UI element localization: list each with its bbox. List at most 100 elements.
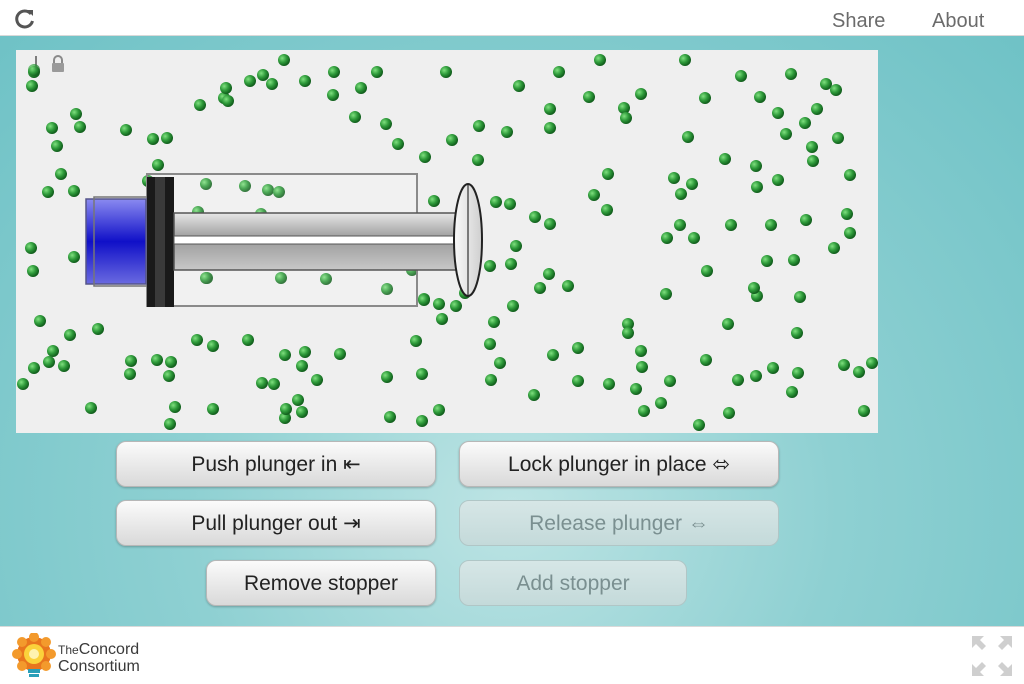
gas-molecule <box>767 362 779 374</box>
top-bar: Share About <box>0 0 1024 36</box>
gas-molecule <box>164 418 176 430</box>
gas-molecule <box>74 121 86 133</box>
gas-molecule <box>384 411 396 423</box>
remove-stopper-button[interactable]: Remove stopper <box>206 560 436 606</box>
gas-molecule <box>147 133 159 145</box>
gas-molecule <box>418 294 430 306</box>
gas-molecule <box>528 389 540 401</box>
gas-molecule <box>446 134 458 146</box>
gas-molecule <box>800 214 812 226</box>
gas-molecule <box>811 103 823 115</box>
gas-molecule <box>792 367 804 379</box>
push-plunger-button[interactable]: Push plunger in ⇤ <box>116 441 436 487</box>
gas-molecule <box>433 298 445 310</box>
gas-molecule <box>392 138 404 150</box>
gas-molecule <box>47 345 59 357</box>
gas-molecule <box>490 196 502 208</box>
gas-molecule <box>866 357 878 369</box>
pull-plunger-button[interactable]: Pull plunger out ⇥ <box>116 500 436 546</box>
reload-icon[interactable] <box>14 8 36 30</box>
gas-molecule <box>562 280 574 292</box>
gas-molecule <box>299 75 311 87</box>
gas-molecule <box>279 349 291 361</box>
gas-molecule <box>42 186 54 198</box>
gas-molecule <box>547 349 559 361</box>
gas-molecule <box>510 240 522 252</box>
gas-molecule <box>780 128 792 140</box>
gas-molecule <box>473 120 485 132</box>
gas-molecule <box>46 122 58 134</box>
add-stopper-button[interactable]: Add stopper <box>459 560 687 606</box>
gas-molecule <box>765 219 777 231</box>
gas-molecule <box>750 160 762 172</box>
gas-molecule <box>772 174 784 186</box>
gas-molecule <box>92 323 104 335</box>
gas-molecule <box>732 374 744 386</box>
gas-molecule <box>163 370 175 382</box>
gas-molecule <box>355 82 367 94</box>
thermometer-icon[interactable] <box>28 56 40 76</box>
share-link[interactable]: Share <box>832 10 885 33</box>
gas-molecule <box>124 368 136 380</box>
gas-molecule <box>257 69 269 81</box>
gas-molecule <box>722 318 734 330</box>
gas-molecule <box>278 54 290 66</box>
gas-molecule <box>311 374 323 386</box>
gas-molecule <box>661 232 673 244</box>
gas-molecule <box>472 154 484 166</box>
gas-molecule <box>416 415 428 427</box>
gas-molecule <box>602 168 614 180</box>
gas-molecule <box>788 254 800 266</box>
lightbulb-logo-icon <box>12 633 56 677</box>
gas-molecule <box>785 68 797 80</box>
gas-molecule <box>772 107 784 119</box>
gas-molecule <box>791 327 803 339</box>
gas-molecule <box>70 108 82 120</box>
gas-molecule <box>719 153 731 165</box>
gas-molecule <box>504 198 516 210</box>
gas-molecule <box>58 360 70 372</box>
plunger-head <box>85 198 147 285</box>
release-plunger-button[interactable]: Release plunger ⇔ <box>459 500 779 546</box>
gas-molecule <box>169 401 181 413</box>
gas-molecule <box>853 366 865 378</box>
gas-molecule <box>572 342 584 354</box>
gas-molecule <box>844 169 856 181</box>
gas-molecule <box>701 265 713 277</box>
gas-molecule <box>830 84 842 96</box>
gas-molecule <box>844 227 856 239</box>
gas-molecule <box>244 75 256 87</box>
gas-molecule <box>68 185 80 197</box>
gas-molecule <box>327 89 339 101</box>
gas-molecule <box>380 118 392 130</box>
gas-molecule <box>450 300 462 312</box>
gas-molecule <box>794 291 806 303</box>
gas-molecule <box>544 218 556 230</box>
gas-molecule <box>572 375 584 387</box>
gas-molecule <box>296 360 308 372</box>
gas-molecule <box>152 159 164 171</box>
gas-molecule <box>750 370 762 382</box>
gas-molecule <box>125 355 137 367</box>
gas-molecule <box>668 172 680 184</box>
lock-plunger-button[interactable]: Lock plunger in place ⬄ <box>459 441 779 487</box>
gas-molecule <box>85 402 97 414</box>
gas-molecule <box>433 404 445 416</box>
fullscreen-icon[interactable] <box>970 634 1014 678</box>
gas-molecule <box>543 268 555 280</box>
gas-molecule <box>858 405 870 417</box>
gas-molecule <box>679 54 691 66</box>
gas-molecule <box>748 282 760 294</box>
gas-molecule <box>799 117 811 129</box>
lock-icon[interactable] <box>52 55 64 72</box>
gas-molecule <box>151 354 163 366</box>
gas-molecule <box>594 54 606 66</box>
gas-molecule <box>700 354 712 366</box>
about-link[interactable]: About <box>932 10 984 33</box>
simulation-stage: Push plunger in ⇤ Lock plunger in place … <box>0 36 1024 626</box>
gas-molecule <box>334 348 346 360</box>
gas-molecule <box>583 91 595 103</box>
concord-logo[interactable]: TheConcord Consortium <box>12 631 172 681</box>
gas-molecule <box>328 66 340 78</box>
gas-molecule <box>485 374 497 386</box>
